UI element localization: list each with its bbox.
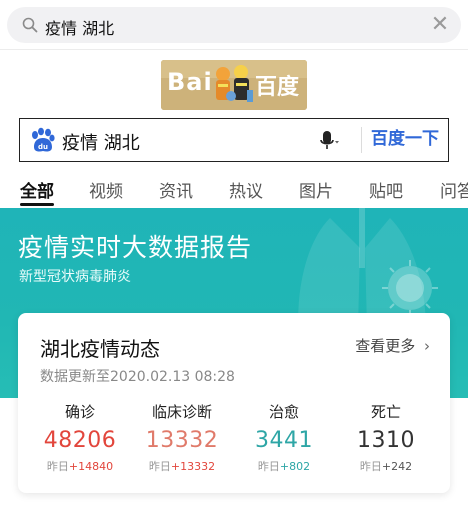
microphone-icon[interactable] [318,130,340,152]
delta-value: +14840 [68,460,114,473]
baidu-paw-icon: du [32,127,55,152]
see-more-link[interactable]: 查看更多 › [355,335,430,356]
header-divider [0,49,468,50]
stat-confirmed[interactable]: 确诊 48206 昨日+14840 [30,401,130,474]
result-tabs: 全部 视频 资讯 热议 图片 贴吧 问答 [0,170,468,206]
tab-images[interactable]: 图片 [299,177,333,202]
stat-deaths[interactable]: 死亡 1310 昨日+242 [336,401,436,474]
delta-prefix: 昨日 [46,460,69,473]
stat-delta: 昨日+13332 [132,458,232,474]
stat-delta: 昨日+802 [234,458,334,474]
stat-value: 1310 [357,428,415,453]
delta-prefix: 昨日 [359,460,382,473]
baidu-doodle-logo[interactable]: Bai 百度 [161,60,307,110]
stat-label: 治愈 [268,403,299,421]
stat-label: 确诊 [64,403,95,421]
stat-value: 3441 [255,428,313,453]
browser-search-bar: 疫情 湖北 ✕ [0,0,468,50]
main-search-box: du 疫情 湖北 百度一下 [19,118,449,162]
delta-prefix: 昨日 [257,460,280,473]
delta-prefix: 昨日 [148,460,171,473]
tab-qa[interactable]: 问答 [440,177,468,202]
search-submit-button[interactable]: 百度一下 [363,119,447,160]
see-more-label: 查看更多 [355,337,416,355]
card-title: 湖北疫情动态 [40,337,160,361]
delta-value: +242 [381,460,413,473]
banner-subtitle: 新型冠状病毒肺炎 [19,269,131,285]
delta-value: +802 [279,460,311,473]
logo-baidu-text: 百度 [255,75,300,100]
search-query-text[interactable]: 疫情 湖北 [62,129,140,155]
browser-query-text: 疫情 湖北 [45,19,115,38]
stat-recovered[interactable]: 治愈 3441 昨日+802 [234,401,334,474]
tab-discussion[interactable]: 热议 [229,177,263,202]
browser-search-field[interactable]: 疫情 湖北 ✕ [7,7,461,43]
banner-title: 疫情实时大数据报告 [18,233,253,262]
stat-clinical[interactable]: 临床诊断 13332 昨日+13332 [132,401,232,474]
update-time: 数据更新至2020.02.13 08:28 [40,369,235,385]
svg-text:du: du [38,143,48,151]
stat-value: 13332 [145,428,219,453]
stat-delta: 昨日+14840 [30,458,130,474]
delta-value: +13332 [170,460,216,473]
tab-video[interactable]: 视频 [89,177,123,202]
stat-label: 死亡 [370,403,401,421]
tab-all[interactable]: 全部 [20,177,54,202]
stat-delta: 昨日+242 [336,458,436,474]
tab-news[interactable]: 资讯 [159,177,193,202]
search-box-separator [361,127,362,153]
hubei-stats-card: 湖北疫情动态 查看更多 › 数据更新至2020.02.13 08:28 确诊 4… [18,313,450,493]
search-icon [22,17,38,33]
active-tab-indicator [20,203,54,206]
close-icon[interactable]: ✕ [429,14,451,36]
logo-bai-text: Bai [167,68,213,96]
tab-tieba[interactable]: 贴吧 [369,177,403,202]
chevron-right-icon: › [424,337,430,355]
stat-label: 临床诊断 [151,403,212,421]
stat-value: 48206 [43,428,117,453]
